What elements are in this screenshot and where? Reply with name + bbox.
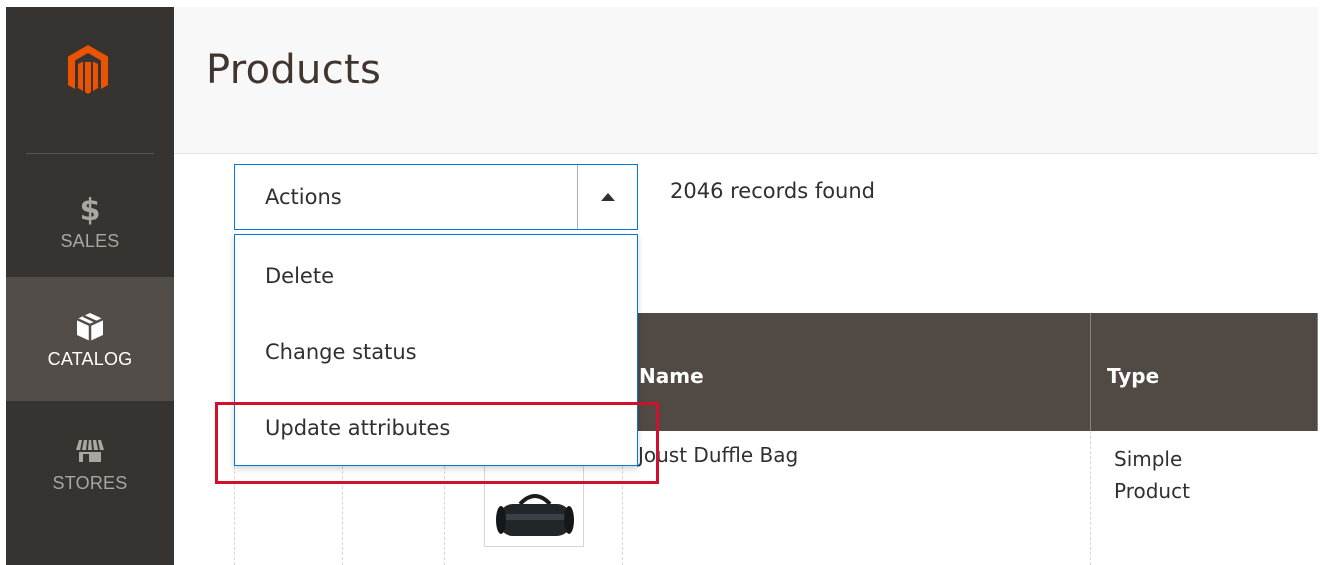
actions-dropdown-toggle[interactable] (577, 165, 637, 229)
column-divider (1090, 431, 1091, 565)
sidebar-item-stores[interactable]: STORES (6, 401, 174, 525)
menu-item-delete[interactable]: Delete (235, 239, 637, 313)
product-type: Simple Product (1114, 443, 1214, 507)
page-title: Products (206, 47, 382, 93)
column-header-label: Name (639, 364, 704, 388)
column-header-label: Type (1107, 364, 1160, 388)
magento-logo-shape (68, 45, 108, 94)
dollar-icon: $ (78, 191, 102, 227)
sidebar-item-label: STORES (52, 472, 128, 493)
svg-text:$: $ (80, 193, 101, 225)
sidebar-item-label: CATALOG (47, 348, 133, 369)
product-name[interactable]: Joust Duffle Bag (638, 443, 798, 467)
magento-logo-icon[interactable] (46, 29, 130, 113)
caret-up-icon (600, 193, 615, 201)
box-icon (75, 309, 105, 345)
column-header-type[interactable]: Type (1090, 313, 1318, 431)
menu-item-label: Delete (265, 264, 334, 288)
sidebar-item-label: SALES (60, 230, 120, 251)
actions-dropdown-label: Actions (265, 185, 342, 209)
records-count: 2046 records found (670, 179, 876, 203)
admin-window: $ SALES CATALOG STORES Products Actions … (6, 7, 1318, 565)
storefront-icon (75, 433, 105, 469)
product-type-text: Simple Product (1114, 447, 1190, 503)
sidebar: $ SALES CATALOG STORES (6, 7, 174, 565)
actions-dropdown[interactable]: Actions (234, 164, 638, 230)
menu-item-change-status[interactable]: Change status (235, 315, 637, 389)
sidebar-item-sales[interactable]: $ SALES (6, 159, 174, 283)
menu-item-label: Change status (265, 340, 417, 364)
sidebar-divider (26, 153, 154, 154)
highlight-box (215, 402, 659, 484)
sidebar-item-catalog[interactable]: CATALOG (6, 277, 174, 401)
column-header-name[interactable]: Name (622, 313, 1090, 431)
